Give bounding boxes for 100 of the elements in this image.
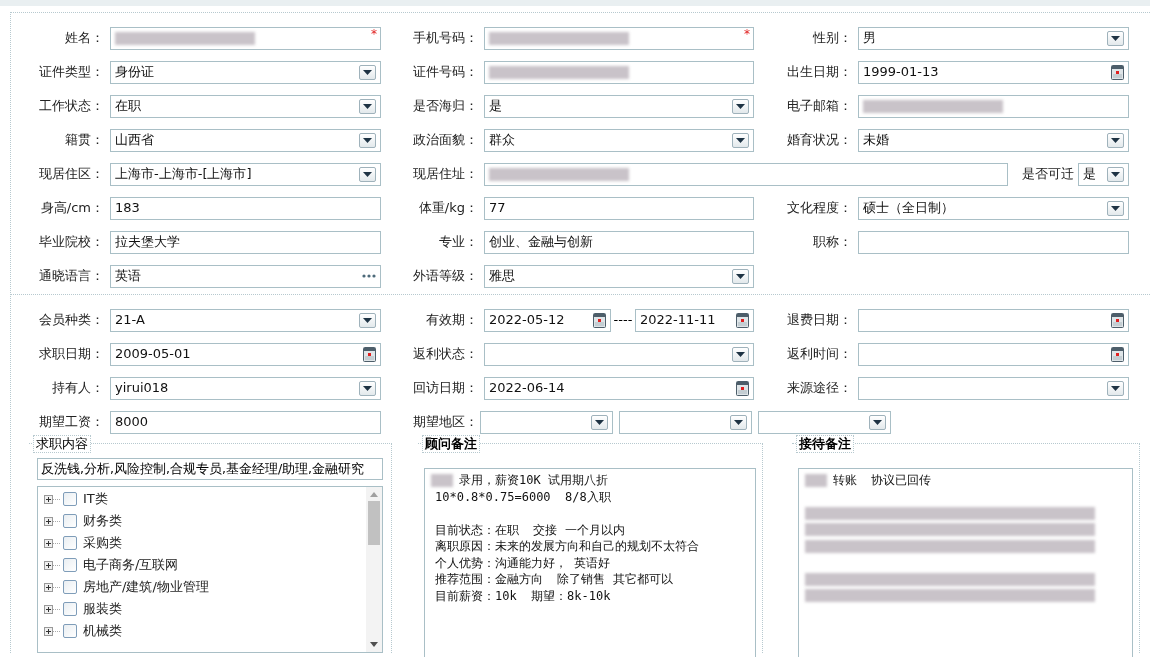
input-field[interactable] bbox=[858, 94, 1129, 118]
select-field[interactable]: 群众 bbox=[484, 128, 754, 152]
select-field[interactable]: 身份证 bbox=[110, 60, 381, 84]
select-field[interactable]: yirui018 bbox=[110, 376, 381, 400]
select-field[interactable]: 未婚 bbox=[858, 128, 1129, 152]
field-label: 性别： bbox=[813, 29, 852, 48]
checkbox[interactable] bbox=[63, 624, 77, 638]
summary-field[interactable]: 反洗钱,分析,风险控制,合规专员,基金经理/助理,金融研究 bbox=[37, 458, 383, 480]
field-label: 会员种类： bbox=[39, 311, 104, 330]
input-field[interactable]: 拉夫堡大学 bbox=[110, 230, 381, 254]
select-field[interactable] bbox=[858, 376, 1129, 400]
date-field[interactable]: 1999-01-13 bbox=[858, 60, 1129, 84]
expand-icon[interactable] bbox=[44, 626, 53, 636]
select-field[interactable]: 在职 bbox=[110, 94, 381, 118]
tree-item-label[interactable]: 电子商务/互联网 bbox=[83, 555, 179, 575]
scrollbar[interactable] bbox=[366, 487, 382, 652]
checkbox[interactable] bbox=[63, 492, 77, 506]
checkbox[interactable] bbox=[63, 558, 77, 572]
field-label: 证件类型： bbox=[39, 63, 104, 82]
input-field[interactable]: 77 bbox=[484, 196, 754, 220]
select-field[interactable]: 21-A bbox=[110, 308, 381, 332]
checkbox[interactable] bbox=[63, 536, 77, 550]
date-field[interactable]: 2009-05-01 bbox=[110, 342, 381, 366]
dropdown-icon[interactable] bbox=[1107, 30, 1124, 46]
date-field[interactable]: 2022-06-14 bbox=[484, 376, 754, 400]
dropdown-icon[interactable] bbox=[359, 380, 376, 396]
field-label: 期望工资： bbox=[39, 413, 104, 432]
input-field[interactable] bbox=[484, 60, 754, 84]
expand-icon[interactable] bbox=[44, 494, 53, 504]
ellipsis-icon[interactable] bbox=[362, 274, 376, 278]
tree-item-label[interactable]: 机械类 bbox=[83, 621, 122, 641]
select-field[interactable] bbox=[758, 410, 891, 434]
note-line: 目前薪资：10k 期望：8k-10k bbox=[435, 587, 611, 604]
select-field[interactable]: 男 bbox=[858, 26, 1129, 50]
panel-title: 接待备注 bbox=[796, 435, 854, 453]
checkbox[interactable] bbox=[63, 514, 77, 528]
field-label: 身高/cm： bbox=[40, 199, 104, 218]
select-field[interactable]: 是 bbox=[1078, 162, 1129, 186]
scroll-down-icon[interactable] bbox=[370, 642, 378, 647]
select-field[interactable] bbox=[484, 342, 754, 366]
tree-item-label[interactable]: 服装类 bbox=[83, 599, 122, 619]
tree-item-label[interactable]: IT类 bbox=[83, 489, 108, 509]
select-field[interactable] bbox=[480, 410, 613, 434]
notes-box[interactable]: 转账 协议已回传 bbox=[798, 468, 1133, 657]
dropdown-icon[interactable] bbox=[732, 98, 749, 114]
calendar-icon[interactable] bbox=[1111, 312, 1124, 328]
dropdown-icon[interactable] bbox=[359, 166, 376, 182]
field-label: 出生日期： bbox=[787, 63, 852, 82]
date-field[interactable]: 2022-05-12 bbox=[484, 308, 611, 332]
dropdown-icon[interactable] bbox=[1107, 380, 1124, 396]
input-field[interactable]: 英语 bbox=[110, 264, 381, 288]
dropdown-icon[interactable] bbox=[732, 132, 749, 148]
dropdown-icon[interactable] bbox=[732, 346, 749, 362]
input-field[interactable]: * bbox=[484, 26, 754, 50]
calendar-icon[interactable] bbox=[593, 312, 606, 328]
field-label: 返利状态： bbox=[413, 345, 478, 364]
select-field[interactable]: 上海市-上海市-[上海市] bbox=[110, 162, 381, 186]
dropdown-icon[interactable] bbox=[359, 64, 376, 80]
date-field[interactable]: 2022-11-11 bbox=[635, 308, 754, 332]
dropdown-icon[interactable] bbox=[591, 414, 608, 430]
checkbox[interactable] bbox=[63, 580, 77, 594]
dropdown-icon[interactable] bbox=[359, 98, 376, 114]
dropdown-icon[interactable] bbox=[1107, 166, 1124, 182]
date-field[interactable] bbox=[858, 342, 1129, 366]
select-field[interactable]: 雅思 bbox=[484, 264, 754, 288]
input-field[interactable]: 183 bbox=[110, 196, 381, 220]
select-field[interactable]: 硕士（全日制） bbox=[858, 196, 1129, 220]
expand-icon[interactable] bbox=[44, 604, 53, 614]
input-field[interactable] bbox=[858, 230, 1129, 254]
tree-item-label[interactable]: 采购类 bbox=[83, 533, 122, 553]
select-field[interactable] bbox=[619, 410, 752, 434]
tree-item-label[interactable]: 财务类 bbox=[83, 511, 122, 531]
input-field[interactable]: * bbox=[110, 26, 381, 50]
calendar-icon[interactable] bbox=[736, 380, 749, 396]
calendar-icon[interactable] bbox=[363, 346, 376, 362]
input-field[interactable]: 8000 bbox=[110, 410, 381, 434]
expand-icon[interactable] bbox=[44, 560, 53, 570]
calendar-icon[interactable] bbox=[736, 312, 749, 328]
input-field[interactable]: 创业、金融与创新 bbox=[484, 230, 754, 254]
calendar-icon[interactable] bbox=[1111, 346, 1124, 362]
dropdown-icon[interactable] bbox=[359, 312, 376, 328]
dropdown-icon[interactable] bbox=[359, 132, 376, 148]
checkbox[interactable] bbox=[63, 602, 77, 616]
scroll-thumb[interactable] bbox=[368, 501, 380, 545]
notes-box[interactable]: 录用，薪资10K 试用期八折 10*0.8*0.75=6000 8/8入职 目前状态：在职 交接 一个月以内 离职原因：未来的发展方向和自己的规划不太符合 个人优势：沟通能力好， 英语好 推荐范围：金融方向 除了销售 其它都可以 目前薪资：10k 期望：8k-10k bbox=[424, 468, 756, 657]
expand-icon[interactable] bbox=[44, 538, 53, 548]
calendar-icon[interactable] bbox=[1111, 64, 1124, 80]
expand-icon[interactable] bbox=[44, 582, 53, 592]
select-field[interactable]: 山西省 bbox=[110, 128, 381, 152]
dropdown-icon[interactable] bbox=[1107, 132, 1124, 148]
dropdown-icon[interactable] bbox=[1107, 200, 1124, 216]
select-field[interactable]: 是 bbox=[484, 94, 754, 118]
dropdown-icon[interactable] bbox=[732, 268, 749, 284]
date-field[interactable] bbox=[858, 308, 1129, 332]
dropdown-icon[interactable] bbox=[869, 414, 886, 430]
expand-icon[interactable] bbox=[44, 516, 53, 526]
dropdown-icon[interactable] bbox=[730, 414, 747, 430]
tree-item-label[interactable]: 房地产/建筑/物业管理 bbox=[83, 577, 209, 597]
field-label: 手机号码： bbox=[413, 29, 478, 48]
input-field[interactable] bbox=[484, 162, 1008, 186]
